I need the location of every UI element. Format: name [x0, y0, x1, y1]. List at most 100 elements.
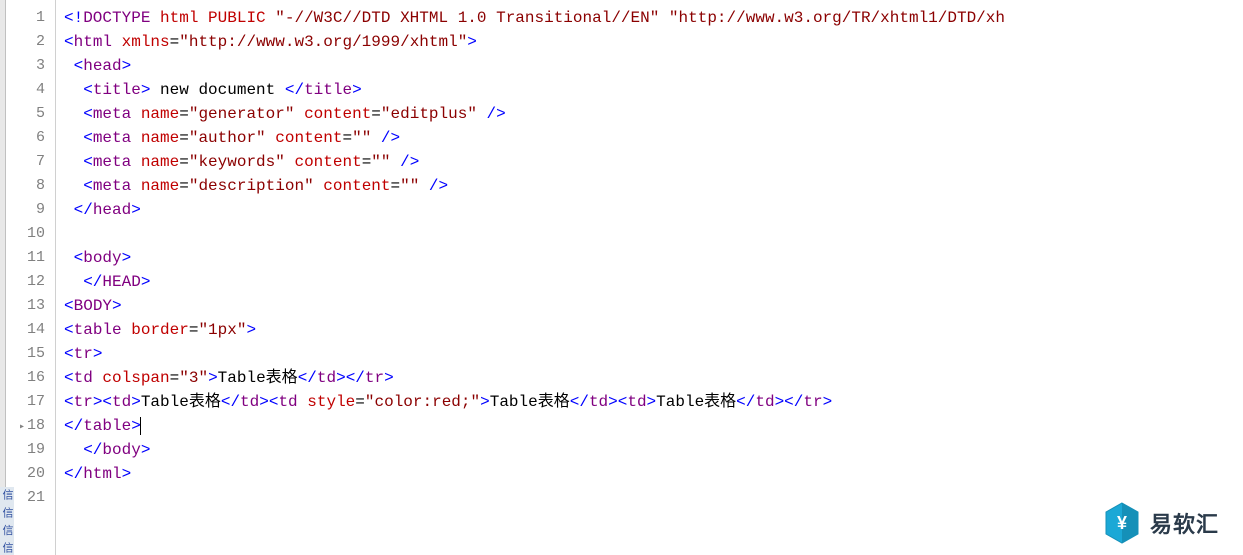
code-token: name [141, 177, 179, 195]
code-token: DOCTYPE [83, 9, 150, 27]
code-token: PUBLIC [208, 9, 266, 27]
code-token [294, 105, 304, 123]
code-token: /> [487, 105, 506, 123]
code-line[interactable]: </HEAD> [64, 270, 1243, 294]
code-token: >< [259, 393, 278, 411]
svg-text:¥: ¥ [1117, 513, 1127, 533]
code-token: ></ [336, 369, 365, 387]
code-token [314, 177, 324, 195]
code-token [64, 57, 74, 75]
code-token: name [141, 129, 179, 147]
watermark-text: 易软汇 [1150, 507, 1219, 539]
code-token: "1px" [198, 321, 246, 339]
code-token: "description" [189, 177, 314, 195]
code-token: > [131, 393, 141, 411]
code-token: "http://www.w3.org/1999/xhtml" [179, 33, 467, 51]
code-line[interactable]: <meta name="description" content="" /> [64, 174, 1243, 198]
code-token [64, 105, 83, 123]
line-number[interactable]: 3 [6, 54, 55, 78]
code-line[interactable]: <!DOCTYPE html PUBLIC "-//W3C//DTD XHTML… [64, 6, 1243, 30]
code-line[interactable] [64, 486, 1243, 510]
code-token: < [64, 369, 74, 387]
code-token: /> [381, 129, 400, 147]
code-token: "keywords" [189, 153, 285, 171]
line-number[interactable]: 7 [6, 150, 55, 174]
code-token: > [122, 57, 132, 75]
line-number[interactable]: 10 [6, 222, 55, 246]
code-token: td [74, 369, 93, 387]
code-line[interactable]: <html xmlns="http://www.w3.org/1999/xhtm… [64, 30, 1243, 54]
code-token: </ [83, 273, 102, 291]
line-number[interactable]: 11 [6, 246, 55, 270]
code-token: HEAD [102, 273, 140, 291]
code-token: < [83, 153, 93, 171]
code-token: html [160, 9, 198, 27]
code-token: "editplus" [381, 105, 477, 123]
code-token: Table表格 [218, 369, 298, 387]
code-token: < [64, 321, 74, 339]
code-token: "" [352, 129, 371, 147]
code-line[interactable]: <body> [64, 246, 1243, 270]
code-line[interactable]: </body> [64, 438, 1243, 462]
code-line[interactable]: <meta name="keywords" content="" /> [64, 150, 1243, 174]
line-number[interactable]: 5 [6, 102, 55, 126]
line-number[interactable]: 1 [6, 6, 55, 30]
code-editor-area[interactable]: <!DOCTYPE html PUBLIC "-//W3C//DTD XHTML… [56, 0, 1243, 555]
line-number[interactable]: 18 [6, 414, 55, 438]
code-line[interactable]: <table border="1px"> [64, 318, 1243, 342]
code-token: "3" [179, 369, 208, 387]
code-token: </ [298, 369, 317, 387]
code-token: = [170, 369, 180, 387]
code-token: "author" [189, 129, 266, 147]
code-line[interactable]: <td colspan="3">Table表格</td></tr> [64, 366, 1243, 390]
code-line[interactable]: <tr> [64, 342, 1243, 366]
code-token: > [823, 393, 833, 411]
line-number[interactable]: 14 [6, 318, 55, 342]
text-cursor [140, 417, 141, 435]
code-token: meta [93, 129, 131, 147]
code-token: border [131, 321, 189, 339]
line-number[interactable]: 19 [6, 438, 55, 462]
code-token: < [64, 33, 74, 51]
code-line[interactable]: <title> new document </title> [64, 78, 1243, 102]
code-line[interactable]: <meta name="generator" content="editplus… [64, 102, 1243, 126]
code-token: td [627, 393, 646, 411]
line-number[interactable]: 9 [6, 198, 55, 222]
code-token: = [391, 177, 401, 195]
code-token [131, 129, 141, 147]
code-token [64, 441, 83, 459]
code-token [64, 153, 83, 171]
code-token [266, 129, 276, 147]
code-token: /> [429, 177, 448, 195]
code-line[interactable]: </html> [64, 462, 1243, 486]
code-token: < [74, 249, 84, 267]
code-line[interactable]: <BODY> [64, 294, 1243, 318]
code-line[interactable]: <tr><td>Table表格</td><td style="color:red… [64, 390, 1243, 414]
code-line[interactable]: <head> [64, 54, 1243, 78]
line-number[interactable]: 4 [6, 78, 55, 102]
line-number[interactable]: 13 [6, 294, 55, 318]
code-line[interactable]: <meta name="author" content="" /> [64, 126, 1243, 150]
code-token [64, 273, 83, 291]
code-token: = [179, 105, 189, 123]
code-line[interactable]: </head> [64, 198, 1243, 222]
line-number[interactable]: 2 [6, 30, 55, 54]
code-token: "" [400, 177, 419, 195]
code-token: td [317, 369, 336, 387]
code-token [64, 177, 83, 195]
code-line[interactable]: </table> [64, 414, 1243, 438]
line-number[interactable]: 16 [6, 366, 55, 390]
code-line[interactable] [64, 222, 1243, 246]
line-number[interactable]: 20 [6, 462, 55, 486]
code-token: Table表格 [490, 393, 570, 411]
code-token: meta [93, 177, 131, 195]
line-number[interactable]: 6 [6, 126, 55, 150]
code-token: >< [93, 393, 112, 411]
side-tab-stack[interactable]: 信 信 信 信 [0, 487, 14, 555]
line-number[interactable]: 15 [6, 342, 55, 366]
line-number[interactable]: 8 [6, 174, 55, 198]
line-number[interactable]: 12 [6, 270, 55, 294]
line-number-gutter[interactable]: 123456789101112131415161718192021 [6, 0, 56, 555]
line-number[interactable]: 17 [6, 390, 55, 414]
editor-left-margin: 信 信 信 信 [0, 0, 6, 555]
